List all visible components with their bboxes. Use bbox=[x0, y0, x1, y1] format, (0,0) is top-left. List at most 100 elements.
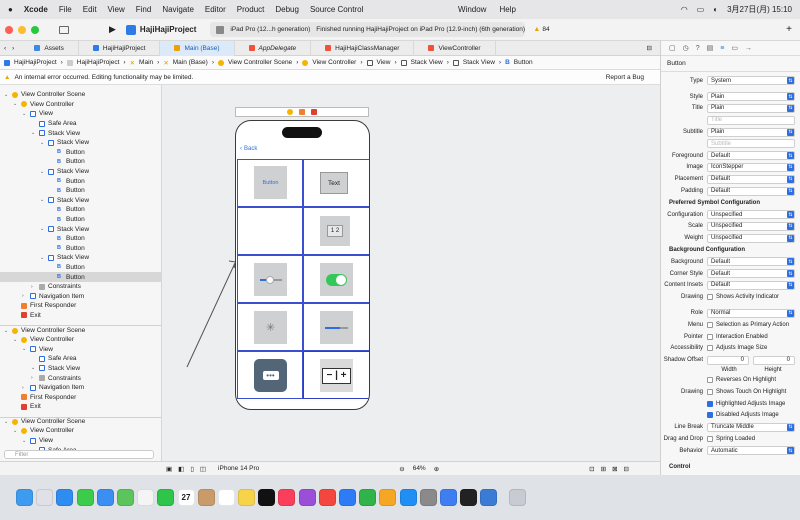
cell-stepper-button[interactable]: − | + bbox=[303, 351, 369, 399]
jump-view[interactable]: View bbox=[377, 59, 391, 66]
notes-icon[interactable] bbox=[238, 489, 256, 506]
menu-debug[interactable]: Debug bbox=[275, 5, 299, 14]
outline-row[interactable]: ⌄ View bbox=[0, 436, 161, 446]
outline-row[interactable]: Exit bbox=[0, 311, 161, 321]
numbers-icon[interactable] bbox=[359, 489, 377, 506]
history-icon[interactable]: ◷ bbox=[683, 44, 689, 52]
scene-dock[interactable] bbox=[235, 107, 369, 117]
keynote-icon[interactable] bbox=[339, 489, 356, 506]
inspector-checkbox[interactable] bbox=[707, 333, 713, 340]
disclosure-chevron-icon[interactable]: ⌄ bbox=[13, 428, 18, 434]
disclosure-chevron-icon[interactable]: › bbox=[22, 293, 27, 299]
disclosure-chevron-icon[interactable]: ⌄ bbox=[31, 365, 36, 371]
disclosure-chevron-icon[interactable]: ⌄ bbox=[40, 226, 45, 232]
align-icon[interactable]: ⊞ bbox=[601, 465, 606, 473]
photos-icon[interactable] bbox=[137, 489, 155, 506]
podcasts-icon[interactable] bbox=[298, 489, 316, 506]
run-icon[interactable]: ▶ bbox=[109, 24, 116, 35]
jump-button[interactable]: Button bbox=[514, 59, 533, 66]
identity-icon[interactable]: ▤ bbox=[707, 44, 714, 52]
terminal-icon[interactable] bbox=[460, 489, 478, 506]
disclosure-chevron-icon[interactable]: ⌄ bbox=[4, 92, 9, 98]
inspector-checkbox[interactable] bbox=[707, 321, 713, 328]
inspector-popup[interactable]: Automatic ⇅ bbox=[707, 446, 795, 456]
outline-row[interactable]: ⌄ Stack View bbox=[0, 138, 161, 148]
menu-file[interactable]: File bbox=[59, 5, 72, 14]
minimize-window-icon[interactable] bbox=[18, 25, 26, 34]
jump-folder[interactable]: HajiHajiProject bbox=[77, 59, 120, 66]
cell-label[interactable]: Text bbox=[303, 159, 369, 207]
outline-row[interactable]: B Button bbox=[0, 272, 161, 282]
cell-progress[interactable] bbox=[303, 303, 369, 351]
preferences-icon[interactable] bbox=[419, 489, 437, 506]
back-nav-icon[interactable]: ‹ bbox=[0, 45, 10, 52]
inspector-checkbox[interactable] bbox=[707, 294, 713, 301]
outline-row[interactable]: B Button bbox=[0, 148, 161, 158]
jump-project[interactable]: HajiHajiProject bbox=[14, 59, 57, 66]
outline-row[interactable]: B Button bbox=[0, 186, 161, 196]
control-center-icon[interactable]: ◐ bbox=[713, 5, 718, 14]
simulator-icon[interactable] bbox=[480, 489, 498, 506]
outline-row[interactable]: ⌄ View Controller Scene bbox=[0, 325, 161, 335]
outline-row[interactable]: B Button bbox=[0, 176, 161, 186]
connections-icon[interactable]: → bbox=[745, 45, 752, 52]
pin-icon[interactable]: ⊠ bbox=[612, 465, 617, 473]
contacts-icon[interactable] bbox=[197, 489, 215, 506]
disclosure-chevron-icon[interactable]: ⌄ bbox=[40, 255, 45, 261]
menu-clock[interactable]: 3月27日(月) 15:10 bbox=[727, 4, 792, 15]
inspector-popup[interactable]: Truncate Middle ⇅ bbox=[707, 422, 795, 432]
outline-row[interactable]: ⌄ View Controller bbox=[0, 100, 161, 110]
shadow-width-field[interactable]: 0 bbox=[707, 355, 749, 365]
shadow-height-field[interactable]: 0 bbox=[753, 355, 795, 365]
outline-row[interactable]: ⌄ View Controller bbox=[0, 335, 161, 345]
outline-row[interactable]: B Button bbox=[0, 263, 161, 273]
update-frames-icon[interactable]: ⊡ bbox=[589, 465, 594, 473]
menu-app-name[interactable]: Xcode bbox=[24, 5, 48, 14]
outline-row[interactable]: ⌄ View Controller Scene bbox=[0, 416, 161, 427]
wifi-icon[interactable]: ◠ bbox=[681, 5, 688, 14]
outline-row[interactable]: B Button bbox=[0, 157, 161, 167]
tab-project[interactable]: HajiHajiProject bbox=[79, 40, 161, 56]
outline-row[interactable]: ⌄ Stack View bbox=[0, 167, 161, 177]
menu-help[interactable]: Help bbox=[499, 5, 515, 14]
outline-row[interactable]: › Constraints bbox=[0, 282, 161, 292]
inspector-checkbox[interactable] bbox=[707, 388, 713, 395]
inspector-checkbox[interactable] bbox=[707, 412, 713, 419]
outline-row[interactable]: ⌄ View Controller bbox=[0, 426, 161, 436]
inspector-popup[interactable]: System ⇅ bbox=[707, 76, 795, 86]
tab-main-base[interactable]: Main (Base) bbox=[160, 40, 235, 56]
inspector-checkbox[interactable] bbox=[707, 345, 713, 352]
inspector-popup[interactable]: Default ⇅ bbox=[707, 257, 795, 267]
menu-edit[interactable]: Edit bbox=[83, 5, 97, 14]
toolbar-project-name[interactable]: HajiHajiProject bbox=[140, 25, 196, 34]
inspector-checkbox[interactable] bbox=[707, 436, 713, 442]
inspector-popup[interactable]: Plain ⇅ bbox=[707, 92, 795, 102]
inspector-popup[interactable]: Plain ⇅ bbox=[707, 103, 795, 113]
menu-product[interactable]: Product bbox=[237, 5, 265, 14]
maps-icon[interactable] bbox=[116, 489, 134, 506]
device-icon[interactable]: ◫ bbox=[200, 465, 206, 473]
attributes-icon[interactable]: ≡ bbox=[720, 45, 724, 52]
mail-icon[interactable] bbox=[96, 489, 114, 506]
zoom-in-icon[interactable]: ⊕ bbox=[434, 465, 439, 473]
finder-icon[interactable] bbox=[16, 489, 33, 506]
jump-scene[interactable]: View Controller Scene bbox=[228, 59, 292, 66]
outline-toggle-icon[interactable]: ▣ bbox=[166, 465, 172, 473]
orientation-icon[interactable]: ▯ bbox=[190, 465, 194, 473]
zoom-out-icon[interactable]: ⊖ bbox=[399, 465, 404, 473]
disclosure-chevron-icon[interactable]: ⌄ bbox=[22, 111, 27, 117]
add-icon[interactable]: + bbox=[786, 24, 792, 35]
inspector-popup[interactable]: Default ⇅ bbox=[707, 174, 795, 184]
disclosure-chevron-icon[interactable]: ⌄ bbox=[31, 130, 36, 136]
menu-source-control[interactable]: Source Control bbox=[310, 5, 363, 14]
inspector-popup[interactable]: Normal ⇅ bbox=[707, 308, 795, 318]
inspector-checkbox[interactable] bbox=[707, 377, 713, 384]
inspector-popup[interactable]: Default ⇅ bbox=[707, 186, 795, 196]
tab-appdelegate[interactable]: AppDelegate bbox=[235, 40, 312, 56]
messages-icon[interactable] bbox=[76, 489, 94, 506]
disclosure-chevron-icon[interactable]: › bbox=[31, 284, 36, 290]
outline-row[interactable]: ⌄ View bbox=[0, 109, 161, 119]
jump-view-controller[interactable]: View Controller bbox=[312, 59, 356, 66]
outline-row[interactable]: B Button bbox=[0, 234, 161, 244]
cell-activity-indicator[interactable]: ✳ bbox=[237, 303, 303, 351]
